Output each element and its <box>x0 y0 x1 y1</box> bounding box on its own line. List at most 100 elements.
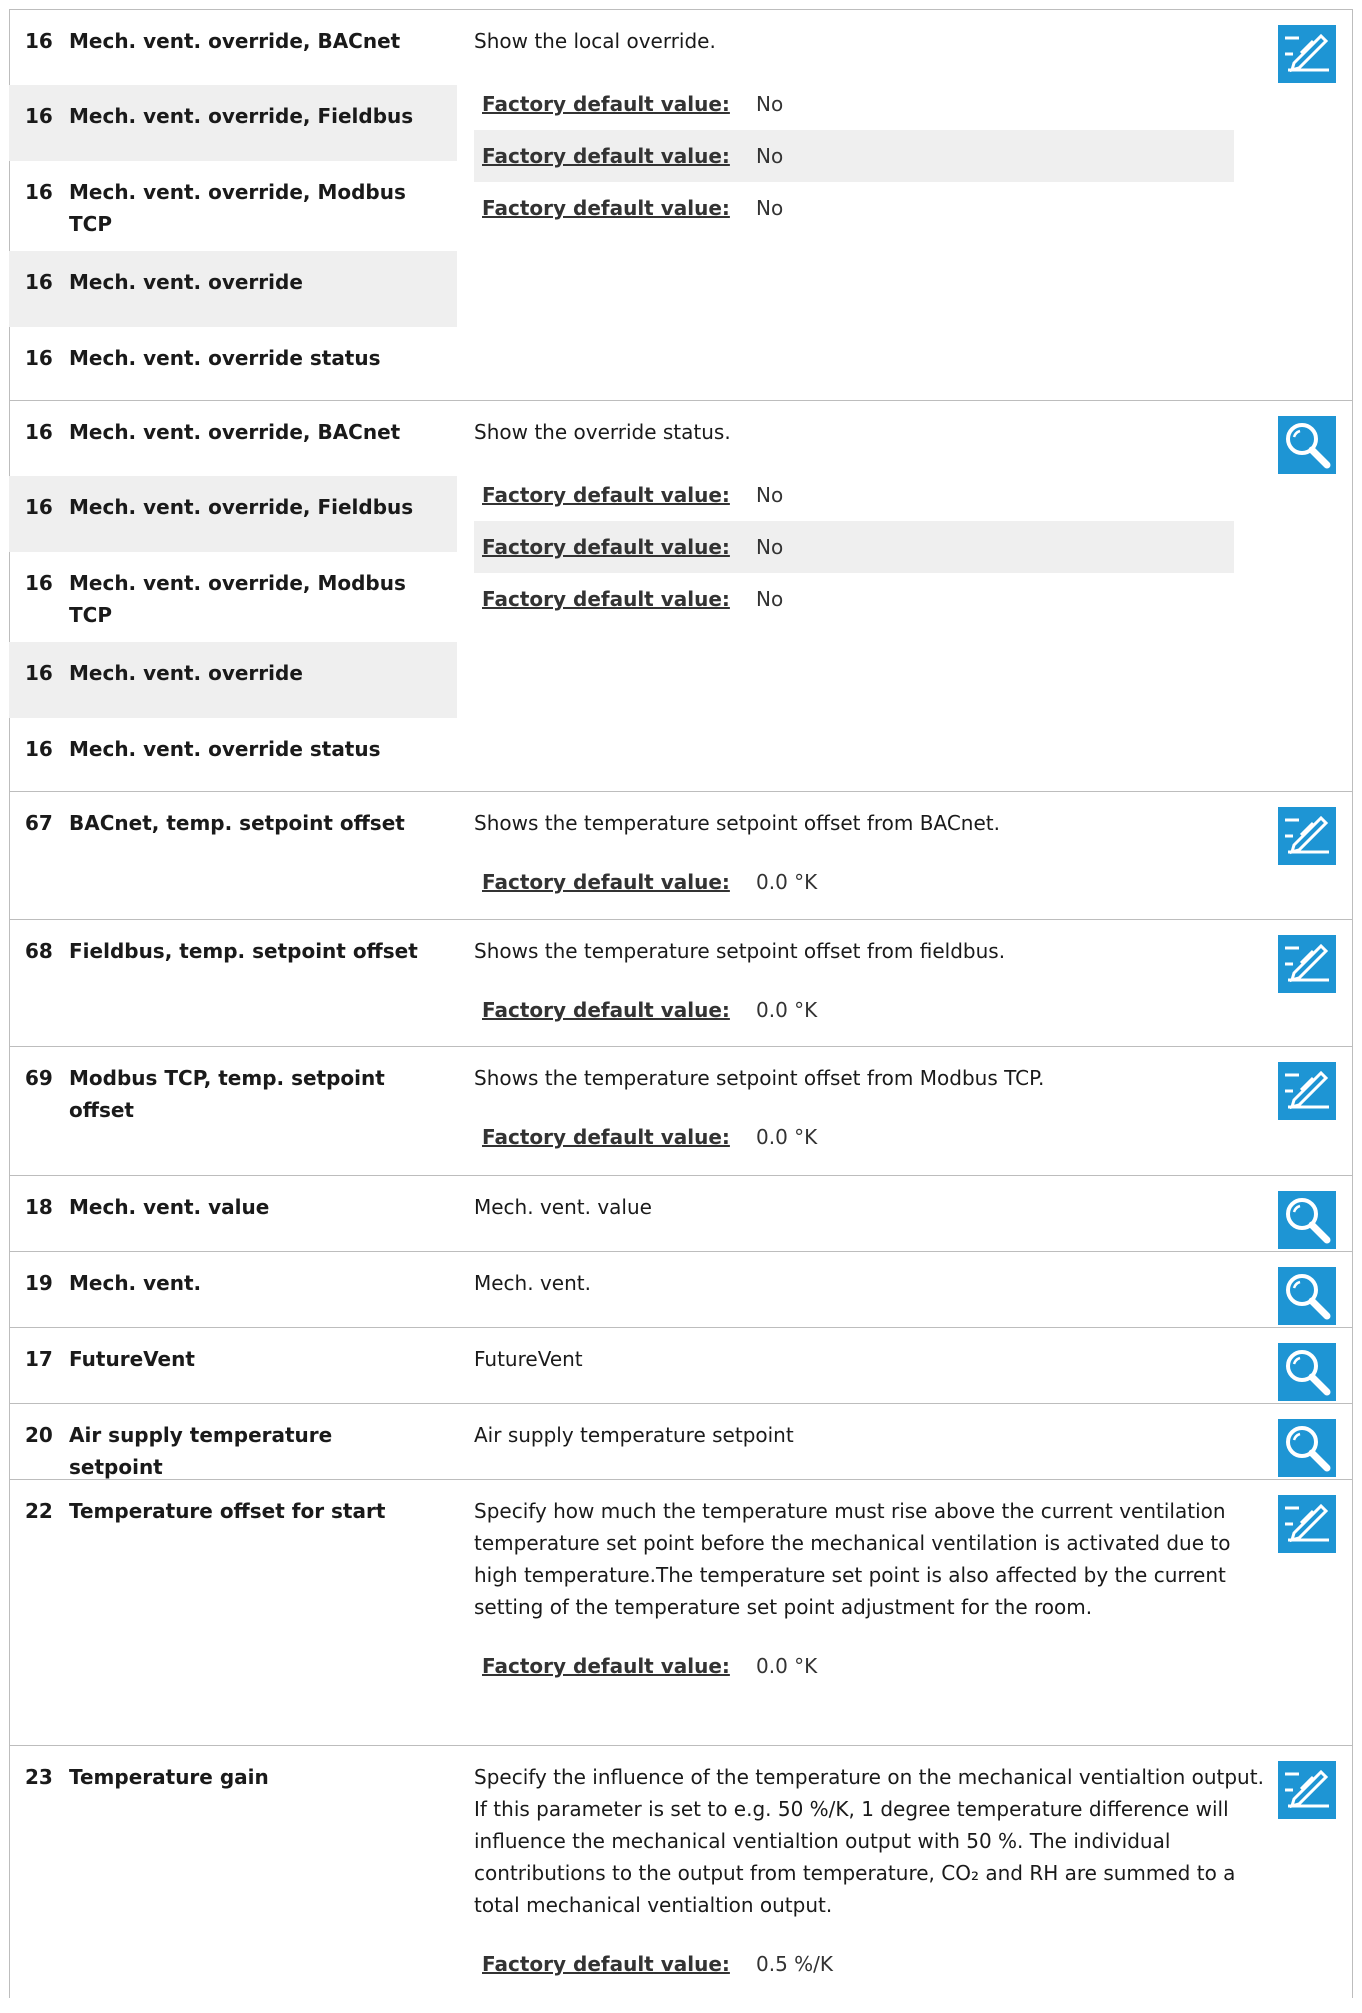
parameter-name: Mech. vent. override, Fieldbus <box>69 104 414 128</box>
factory-default-row: Factory default value: No <box>474 573 1234 625</box>
parameter-name: Mech. vent. <box>69 1271 202 1295</box>
parameter-name-row: 16 Mech. vent. override, Fieldbus <box>9 85 457 161</box>
parameter-names: 68 Fieldbus, temp. setpoint offset <box>9 920 457 967</box>
parameter-entry: 69 Modbus TCP, temp. setpoint offset Shows… <box>9 1046 1352 1175</box>
parameter-number: 16 <box>25 180 53 204</box>
factory-default-label: Factory default value: <box>482 1952 730 1976</box>
parameter-number: 19 <box>25 1271 53 1295</box>
factory-default-value: 0.0 °K <box>756 870 818 894</box>
edit-icon[interactable] <box>1278 807 1336 865</box>
magnifier-icon[interactable] <box>1278 1343 1336 1401</box>
factory-default-value: No <box>756 535 784 559</box>
parameter-name-row: 16 Mech. vent. override, Modbus TCP <box>9 161 457 251</box>
magnifier-icon[interactable] <box>1278 1419 1336 1477</box>
parameter-description: Shows the temperature setpoint offset fr… <box>474 939 1006 963</box>
parameter-entry: 22 Temperature offset for start Specify ho… <box>9 1479 1352 1745</box>
default-values: Factory default value: No Factory default … <box>474 469 1234 625</box>
parameter-description: Show the local override. <box>474 29 716 53</box>
parameter-number: 16 <box>25 346 53 370</box>
parameter-details: Shows the temperature setpoint offset fr… <box>474 792 1264 908</box>
parameter-name: Fieldbus, temp. setpoint offset <box>69 939 418 963</box>
parameter-number: 17 <box>25 1347 53 1371</box>
parameter-name-row: 16 Mech. vent. override <box>9 642 457 718</box>
parameter-number: 22 <box>25 1499 53 1523</box>
factory-default-label: Factory default value: <box>482 1125 730 1149</box>
page-frame-right <box>1352 9 1353 1998</box>
parameter-names: 22 Temperature offset for start <box>9 1480 457 1527</box>
parameter-details: Show the local override. Factory default … <box>474 10 1234 234</box>
factory-default-label: Factory default value: <box>482 870 730 894</box>
default-values: Factory default value: No Factory default … <box>474 78 1234 234</box>
parameter-name: Temperature offset for start <box>69 1499 386 1523</box>
factory-default-label: Factory default value: <box>482 1654 730 1678</box>
parameter-details: Shows the temperature setpoint offset fr… <box>474 920 1264 1036</box>
parameter-name: Mech. vent. override, Modbus TCP <box>69 180 406 236</box>
parameter-name-row: 23 Temperature gain <box>9 1746 457 1793</box>
magnifier-icon[interactable] <box>1278 1191 1336 1249</box>
parameter-number: 16 <box>25 571 53 595</box>
parameter-number: 67 <box>25 811 53 835</box>
factory-default-value: No <box>756 92 784 116</box>
parameter-names: 69 Modbus TCP, temp. setpoint offset <box>9 1047 457 1126</box>
parameter-names: 19 Mech. vent. <box>9 1252 457 1299</box>
edit-icon[interactable] <box>1278 1062 1336 1120</box>
parameter-number: 68 <box>25 939 53 963</box>
parameter-details: Show the override status. Factory default… <box>474 401 1234 625</box>
parameter-name: Temperature gain <box>69 1765 269 1789</box>
factory-default-label: Factory default value: <box>482 998 730 1022</box>
parameter-details: Specify how much the temperature must ri… <box>474 1480 1264 1692</box>
parameter-name-row: 22 Temperature offset for start <box>9 1480 457 1527</box>
parameter-entry: 20 Air supply temperature setpoint Air sup… <box>9 1403 1352 1479</box>
factory-default-value: No <box>756 587 784 611</box>
parameter-name-row: 68 Fieldbus, temp. setpoint offset <box>9 920 457 967</box>
parameter-name: Mech. vent. override <box>69 661 303 685</box>
parameter-name: Air supply temperature setpoint <box>69 1423 333 1479</box>
edit-icon[interactable] <box>1278 1495 1336 1553</box>
factory-default-row: Factory default value: 0.0 °K <box>474 1111 1264 1163</box>
parameter-number: 69 <box>25 1066 53 1090</box>
factory-default-value: No <box>756 144 784 168</box>
parameter-name-row: 19 Mech. vent. <box>9 1252 457 1299</box>
factory-default-row: Factory default value: No <box>474 78 1234 130</box>
parameter-description: Shows the temperature setpoint offset fr… <box>474 811 1000 835</box>
factory-default-row: Factory default value: 0.0 °K <box>474 856 1264 908</box>
parameter-entry: 23 Temperature gain Specify the influence … <box>9 1745 1352 2013</box>
parameter-name: FutureVent <box>69 1347 195 1371</box>
parameter-name: Mech. vent. override, BACnet <box>69 29 401 53</box>
parameter-name: Mech. vent. override status <box>69 346 381 370</box>
parameter-names: 16 Mech. vent. override, BACnet 16 Mech. ve… <box>9 10 457 401</box>
parameter-name-row: 16 Mech. vent. override <box>9 251 457 327</box>
factory-default-label: Factory default value: <box>482 144 730 168</box>
parameter-group: 16 Mech. vent. override, BACnet 16 Mech. ve… <box>9 9 1352 400</box>
parameter-number: 16 <box>25 29 53 53</box>
parameter-name: Mech. vent. value <box>69 1195 270 1219</box>
parameter-description: Mech. vent. <box>474 1271 591 1295</box>
magnifier-icon[interactable] <box>1278 1267 1336 1325</box>
parameter-names: 17 FutureVent <box>9 1328 457 1375</box>
factory-default-row: Factory default value: No <box>474 469 1234 521</box>
factory-default-label: Factory default value: <box>482 483 730 507</box>
parameter-entry: 68 Fieldbus, temp. setpoint offset Shows t… <box>9 919 1352 1046</box>
factory-default-value: 0.0 °K <box>756 1125 818 1149</box>
parameter-name: Mech. vent. override, Fieldbus <box>69 495 414 519</box>
parameter-name: Mech. vent. override, BACnet <box>69 420 401 444</box>
edit-icon[interactable] <box>1278 935 1336 993</box>
magnifier-icon[interactable] <box>1278 416 1336 474</box>
parameter-names: 23 Temperature gain <box>9 1746 457 1793</box>
factory-default-value: 0.5 %/K <box>756 1952 834 1976</box>
parameter-name-row: 20 Air supply temperature setpoint <box>9 1404 457 1483</box>
parameter-number: 16 <box>25 661 53 685</box>
factory-default-value: No <box>756 483 784 507</box>
parameter-description: Specify how much the temperature must ri… <box>474 1499 1231 1619</box>
parameter-details: Air supply temperature setpoint <box>474 1404 1264 1451</box>
parameter-group: 16 Mech. vent. override, BACnet 16 Mech. ve… <box>9 400 1352 791</box>
parameter-name-row: 17 FutureVent <box>9 1328 457 1375</box>
parameter-details: Shows the temperature setpoint offset fr… <box>474 1047 1264 1163</box>
edit-icon[interactable] <box>1278 1761 1336 1819</box>
parameter-name: Modbus TCP, temp. setpoint offset <box>69 1066 385 1122</box>
parameter-names: 16 Mech. vent. override, BACnet 16 Mech. ve… <box>9 401 457 792</box>
parameter-details: Specify the influence of the temperature… <box>474 1746 1264 1990</box>
parameter-name-row: 16 Mech. vent. override, BACnet <box>9 10 457 85</box>
parameter-name-row: 18 Mech. vent. value <box>9 1176 457 1223</box>
edit-icon[interactable] <box>1278 25 1336 83</box>
